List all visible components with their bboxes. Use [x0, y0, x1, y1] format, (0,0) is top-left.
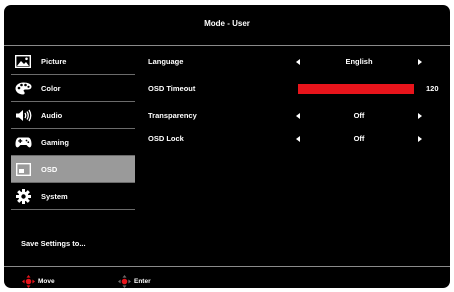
- arrow-left-icon[interactable]: [296, 136, 300, 142]
- page-title: Mode - User: [204, 19, 250, 28]
- transparency-label: Transparency: [148, 111, 197, 120]
- joystick-move-icon: [22, 275, 35, 288]
- footer-enter-hint: Enter: [118, 275, 151, 288]
- osd-lock-value: Off: [353, 134, 365, 143]
- transparency-row[interactable]: Transparency Off: [4, 109, 450, 123]
- osd-timeout-row[interactable]: OSD Timeout 120: [4, 82, 450, 96]
- sidebar-item-label: OSD: [41, 164, 58, 174]
- osd-timeout-value: 120: [426, 84, 439, 93]
- osd-timeout-label: OSD Timeout: [148, 84, 196, 93]
- save-settings-button[interactable]: Save Settings to...: [21, 239, 86, 248]
- osd-lock-row[interactable]: OSD Lock Off: [4, 132, 450, 146]
- osd-menu-panel: Mode - User Picture Color Audio Gaming O…: [4, 5, 450, 288]
- slider-fill: [298, 84, 414, 94]
- transparency-value: Off: [353, 111, 365, 120]
- osd-lock-label: OSD Lock: [148, 134, 184, 143]
- arrow-left-icon[interactable]: [296, 59, 300, 65]
- arrow-right-icon[interactable]: [418, 113, 422, 119]
- footer-move-hint: Move: [22, 275, 55, 288]
- sidebar-item-label: System: [41, 191, 68, 201]
- joystick-enter-icon: [118, 275, 131, 288]
- arrow-left-icon[interactable]: [296, 113, 300, 119]
- header-divider: [4, 45, 450, 46]
- osd-window-icon: [14, 162, 32, 176]
- sidebar-item-system[interactable]: System: [11, 183, 135, 209]
- sidebar-divider: [11, 209, 135, 210]
- footer-divider: [4, 266, 450, 267]
- language-value: English: [345, 57, 373, 66]
- arrow-right-icon[interactable]: [418, 59, 422, 65]
- language-row[interactable]: Language English: [4, 55, 450, 69]
- enter-label: Enter: [134, 278, 151, 285]
- gear-icon: [14, 188, 32, 204]
- move-label: Move: [38, 278, 55, 285]
- osd-timeout-slider[interactable]: [298, 84, 414, 94]
- sidebar-item-osd[interactable]: OSD: [11, 156, 135, 182]
- language-label: Language: [148, 57, 184, 66]
- arrow-right-icon[interactable]: [418, 136, 422, 142]
